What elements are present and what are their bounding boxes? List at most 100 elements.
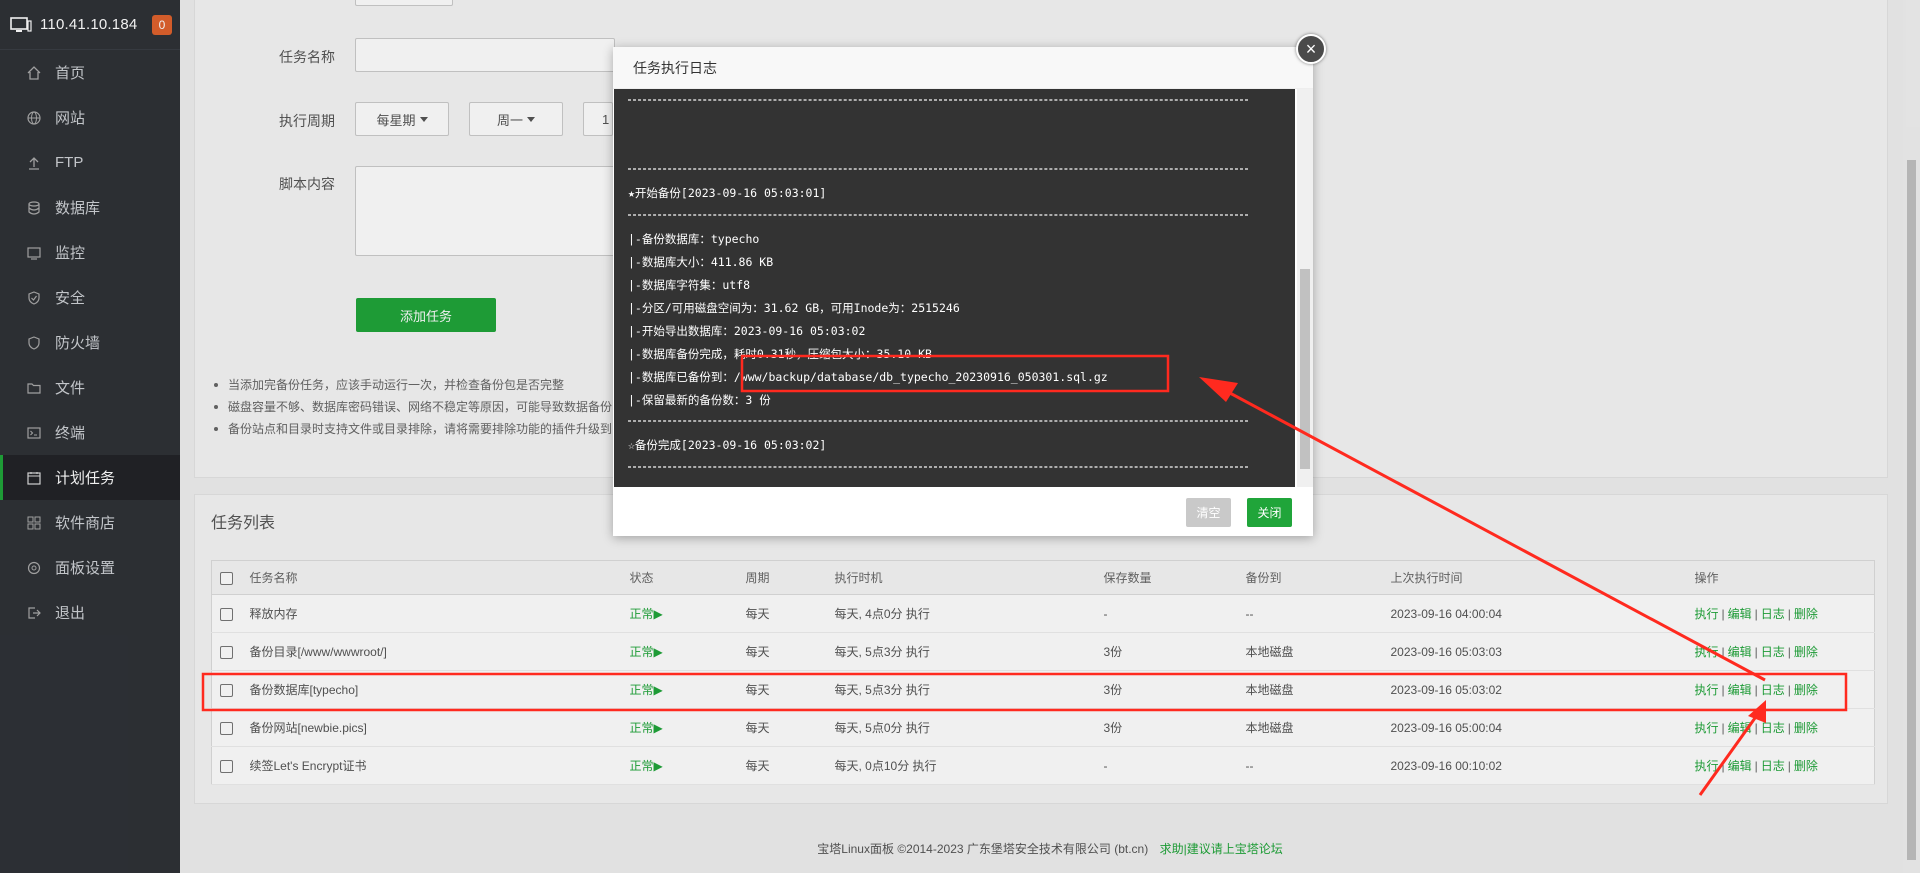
edit-link[interactable]: 编辑 bbox=[1728, 607, 1752, 621]
script-textarea[interactable] bbox=[355, 166, 615, 256]
log-link[interactable]: 日志 bbox=[1761, 683, 1785, 697]
task-cycle: 每天 bbox=[745, 632, 835, 671]
table-row: 续签Let's Encrypt证书 正常▶ 每天 每天, 0点10分 执行 - -- 202… bbox=[211, 746, 1875, 785]
sidebar-item-label: 网站 bbox=[55, 110, 86, 127]
log-link[interactable]: 日志 bbox=[1761, 759, 1785, 773]
log-link[interactable]: 日志 bbox=[1761, 721, 1785, 735]
sidebar-item-website[interactable]: 网站 bbox=[0, 95, 180, 140]
page-scrollbar-thumb[interactable] bbox=[1907, 160, 1916, 860]
log-line: |-数据库字符集：utf8 bbox=[628, 278, 751, 292]
sidebar-item-logout[interactable]: 退出 bbox=[0, 590, 180, 635]
task-timing: 每天, 0点10分 执行 bbox=[834, 746, 1104, 785]
sidebar-item-monitor[interactable]: 监控 bbox=[0, 230, 180, 275]
run-link[interactable]: 执行 bbox=[1695, 721, 1719, 735]
top-select-partial[interactable] bbox=[355, 0, 453, 6]
sidebar-item-cron[interactable]: 计划任务 bbox=[0, 455, 180, 500]
monitor-icon bbox=[10, 16, 32, 32]
row-checkbox-cell bbox=[211, 594, 250, 633]
sidebar-item-label: 安全 bbox=[55, 290, 86, 307]
log-scrollbar-thumb[interactable] bbox=[1300, 269, 1310, 469]
task-status[interactable]: 正常▶ bbox=[629, 746, 746, 785]
sidebar-item-terminal[interactable]: 终端 bbox=[0, 410, 180, 455]
task-timing: 每天, 5点3分 执行 bbox=[834, 670, 1104, 709]
edit-link[interactable]: 编辑 bbox=[1728, 721, 1752, 735]
delete-link[interactable]: 删除 bbox=[1794, 759, 1818, 773]
delete-link[interactable]: 删除 bbox=[1794, 645, 1818, 659]
edit-link[interactable]: 编辑 bbox=[1728, 683, 1752, 697]
delete-link[interactable]: 删除 bbox=[1794, 607, 1818, 621]
sidebar-item-files[interactable]: 文件 bbox=[0, 365, 180, 410]
log-output: ★开始备份[2023-09-16 05:03:01] |-备份数据库：typec… bbox=[614, 89, 1295, 487]
clear-button[interactable]: 清空 bbox=[1186, 498, 1231, 527]
close-button[interactable]: 关闭 bbox=[1247, 498, 1292, 527]
run-link[interactable]: 执行 bbox=[1695, 607, 1719, 621]
sidebar-item-firewall[interactable]: 防火墙 bbox=[0, 320, 180, 365]
notes-list: 当添加完备份任务，应该手动运行一次，并检查备份包是否完整 磁盘容量不够、数据库密… bbox=[214, 374, 614, 440]
run-link[interactable]: 执行 bbox=[1695, 645, 1719, 659]
close-icon[interactable]: × bbox=[1296, 34, 1326, 64]
delete-link[interactable]: 删除 bbox=[1794, 721, 1818, 735]
select-all-checkbox[interactable] bbox=[220, 571, 233, 585]
row-checkbox-cell bbox=[211, 670, 250, 709]
shield-icon bbox=[26, 290, 42, 306]
forum-link[interactable]: 求助|建议请上宝塔论坛 bbox=[1160, 842, 1283, 856]
log-scrollbar[interactable] bbox=[1297, 89, 1313, 487]
sidebar-item-settings[interactable]: 面板设置 bbox=[0, 545, 180, 590]
log-separator bbox=[628, 99, 1248, 101]
edit-link[interactable]: 编辑 bbox=[1728, 645, 1752, 659]
page-scrollbar[interactable] bbox=[1903, 0, 1920, 873]
calendar-icon bbox=[26, 470, 42, 486]
hour-input[interactable]: 1 bbox=[583, 102, 613, 136]
run-link[interactable]: 执行 bbox=[1695, 683, 1719, 697]
task-last-run: 2023-09-16 04:00:04 bbox=[1390, 594, 1695, 633]
home-icon bbox=[26, 65, 42, 81]
ops-separator: | bbox=[1721, 607, 1725, 621]
sidebar-item-store[interactable]: 软件商店 bbox=[0, 500, 180, 545]
add-task-button[interactable]: 添加任务 bbox=[356, 298, 496, 332]
run-link[interactable]: 执行 bbox=[1695, 759, 1719, 773]
task-cycle: 每天 bbox=[745, 708, 835, 747]
ops-separator: | bbox=[1787, 759, 1791, 773]
period-select[interactable]: 每星期 bbox=[355, 102, 449, 136]
task-status[interactable]: 正常▶ bbox=[629, 632, 746, 671]
ops-separator: | bbox=[1754, 645, 1758, 659]
sidebar-item-ftp[interactable]: FTP bbox=[0, 140, 180, 185]
log-link[interactable]: 日志 bbox=[1761, 645, 1785, 659]
ops-separator: | bbox=[1721, 645, 1725, 659]
task-name-label: 任务名称 bbox=[279, 49, 335, 65]
row-checkbox[interactable] bbox=[220, 759, 233, 773]
task-status[interactable]: 正常▶ bbox=[629, 670, 746, 709]
row-checkbox[interactable] bbox=[220, 683, 233, 697]
task-keep: 3份 bbox=[1103, 632, 1246, 671]
row-checkbox-cell bbox=[211, 708, 250, 747]
row-checkbox[interactable] bbox=[220, 607, 233, 621]
task-status[interactable]: 正常▶ bbox=[629, 594, 746, 633]
row-checkbox-cell bbox=[211, 746, 250, 785]
log-separator bbox=[628, 214, 1248, 216]
task-status[interactable]: 正常▶ bbox=[629, 708, 746, 747]
sidebar-item-label: 软件商店 bbox=[55, 515, 116, 532]
col-backup: 备份到 bbox=[1245, 560, 1391, 595]
delete-link[interactable]: 删除 bbox=[1794, 683, 1818, 697]
weekday-select[interactable]: 周一 bbox=[469, 102, 563, 136]
globe-icon bbox=[26, 110, 42, 126]
ops-separator: | bbox=[1787, 721, 1791, 735]
monitor-icon bbox=[26, 245, 42, 261]
sidebar-item-home[interactable]: 首页 bbox=[0, 50, 180, 95]
col-timing: 执行时机 bbox=[834, 560, 1104, 595]
task-name-input[interactable] bbox=[355, 38, 615, 72]
chevron-down-icon bbox=[527, 116, 535, 122]
sidebar-item-security[interactable]: 安全 bbox=[0, 275, 180, 320]
log-link[interactable]: 日志 bbox=[1761, 607, 1785, 621]
row-checkbox[interactable] bbox=[220, 721, 233, 735]
row-checkbox[interactable] bbox=[220, 645, 233, 659]
log-saved-prefix: |-数据库已备份到： bbox=[628, 370, 734, 384]
edit-link[interactable]: 编辑 bbox=[1728, 759, 1752, 773]
sidebar-item-database[interactable]: 数据库 bbox=[0, 185, 180, 230]
modal-title: 任务执行日志 bbox=[613, 47, 1313, 89]
notification-badge[interactable]: 0 bbox=[152, 15, 172, 35]
log-saved-path: /www/backup/database/db_typecho_20230916… bbox=[733, 370, 1108, 384]
firewall-icon bbox=[26, 335, 42, 351]
task-keep: - bbox=[1103, 746, 1246, 785]
task-cycle: 每天 bbox=[745, 746, 835, 785]
